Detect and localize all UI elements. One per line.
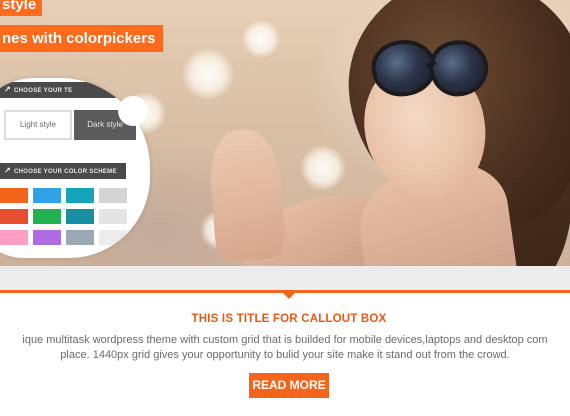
- color-swatch[interactable]: [99, 230, 127, 245]
- color-swatch[interactable]: [0, 230, 28, 245]
- bokeh-light: [300, 145, 346, 191]
- read-more-button[interactable]: READ MORE: [249, 373, 329, 398]
- callout-text-line: place. 1440px grid gives your opportunit…: [60, 348, 510, 361]
- cloud-edge: [118, 96, 148, 126]
- callout-title: THIS IS TITLE FOR CALLOUT BOX: [191, 313, 387, 325]
- callout-text: ique multitask wordpress theme with cust…: [0, 333, 570, 362]
- model-hand: [207, 127, 287, 263]
- pin-icon: ↗: [4, 85, 12, 94]
- pin-icon: ↗: [4, 166, 12, 175]
- style-section-label: CHOOSE YOUR TE: [14, 88, 73, 94]
- color-section-header: ↗ CHOOSE YOUR COLOR SCHEME: [0, 163, 126, 179]
- bokeh-light: [182, 48, 234, 100]
- bokeh-light: [242, 20, 280, 58]
- color-swatch[interactable]: [0, 209, 28, 224]
- color-swatch[interactable]: [33, 209, 61, 224]
- hero-headline-top: style: [0, 0, 43, 16]
- color-swatch[interactable]: [66, 209, 94, 224]
- light-style-option[interactable]: Light style: [4, 110, 72, 140]
- hero-slider: style nes with colorpickers ↗ CHOOSE YOUR…: [0, 0, 570, 266]
- color-swatch[interactable]: [99, 188, 127, 203]
- color-swatch[interactable]: [33, 230, 61, 245]
- style-section-header: ↗ CHOOSE YOUR TE: [0, 82, 126, 98]
- callout-text-line: ique multitask wordpress theme with cust…: [22, 334, 548, 346]
- color-swatch[interactable]: [99, 209, 127, 224]
- color-swatch[interactable]: [33, 188, 61, 203]
- color-swatch[interactable]: [66, 188, 94, 203]
- hero-headline-main: nes with colorpickers: [0, 25, 164, 52]
- color-swatch[interactable]: [0, 188, 28, 203]
- color-swatch[interactable]: [66, 230, 94, 245]
- color-section-label: CHOOSE YOUR COLOR SCHEME: [14, 169, 117, 175]
- section-divider-band: [0, 266, 570, 290]
- callout-pointer-arrow: [283, 293, 295, 299]
